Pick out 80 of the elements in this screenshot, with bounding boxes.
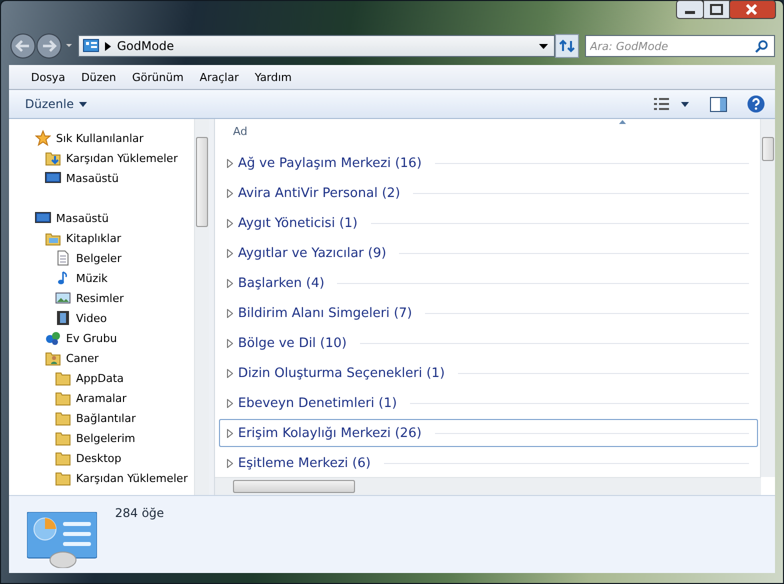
expand-arrow-icon [227, 398, 233, 408]
group-header[interactable]: Avira AntiVir Personal (2) [219, 179, 758, 207]
address-bar[interactable]: GodMode [78, 35, 555, 57]
tree-item[interactable]: Caner [66, 352, 99, 364]
group-header[interactable]: Eşitleme Merkezi (6) [219, 449, 758, 477]
scrollbar[interactable] [194, 119, 209, 495]
back-forward-icon[interactable] [10, 33, 74, 59]
expand-arrow-icon [227, 248, 233, 258]
breadcrumb-arrow-icon [105, 42, 111, 50]
folder-icon [55, 410, 71, 426]
folder-user-icon [45, 350, 61, 366]
group-header[interactable]: Ağ ve Paylaşım Merkezi (16) [219, 149, 758, 177]
tree-item[interactable]: Resimler [76, 292, 124, 304]
folder-arrow-icon [45, 150, 61, 166]
window-controls-drawing[interactable] [676, 0, 776, 20]
star-icon [35, 130, 51, 146]
item-count: 284 öğe [115, 506, 164, 520]
tree-item[interactable]: AppData [76, 372, 124, 384]
group-header[interactable]: Ebeveyn Denetimleri (1) [219, 389, 758, 417]
expand-arrow-icon [227, 188, 233, 198]
group-header[interactable]: Aygıtlar ve Yazıcılar (9) [219, 239, 758, 267]
tree-item[interactable]: Masaüstü [56, 212, 109, 224]
preview-pane-icon[interactable] [710, 96, 727, 112]
folder-icon [55, 430, 71, 446]
expand-arrow-icon [227, 278, 233, 288]
tree-item[interactable]: Belgelerim [76, 432, 136, 444]
help-icon[interactable] [747, 95, 765, 113]
organize-button[interactable]: Düzenle [21, 95, 91, 113]
expand-arrow-icon [227, 368, 233, 378]
dropdown-arrow-icon[interactable] [539, 44, 548, 48]
tree-item[interactable]: Ev Grubu [66, 332, 117, 344]
view-options-icon[interactable] [654, 97, 690, 111]
group-header[interactable]: Dizin Oluşturma Seçenekleri (1) [219, 359, 758, 387]
refresh-icon[interactable] [555, 34, 579, 58]
tree-item[interactable]: Karşıdan Yüklemeler [66, 152, 178, 164]
tree-item[interactable]: Bağlantılar [76, 412, 136, 424]
tree-item[interactable]: Video [76, 312, 107, 324]
menu-item[interactable]: Dosya [23, 68, 74, 86]
tree-item[interactable]: Aramalar [76, 392, 127, 404]
search-icon [755, 40, 768, 52]
group-header[interactable]: Başlarken (4) [219, 269, 758, 297]
globe-icon [45, 330, 61, 346]
group-header[interactable]: Aygıt Yöneticisi (1) [219, 209, 758, 237]
film-icon [55, 310, 71, 326]
expand-arrow-icon [227, 218, 233, 228]
horizontal-scrollbar[interactable] [215, 477, 761, 495]
folder-icon [55, 450, 71, 466]
picture-icon [55, 290, 71, 306]
menu-item[interactable]: Yardım [246, 68, 300, 86]
menu-item[interactable]: Görünüm [124, 68, 192, 86]
tree-item[interactable]: Belgeler [76, 252, 122, 264]
monitor-icon [35, 210, 51, 226]
expand-arrow-icon [227, 308, 233, 318]
tree-item[interactable]: Kitaplıklar [66, 232, 122, 244]
folder-icon [55, 390, 71, 406]
folder-icon [55, 370, 71, 386]
tree-item[interactable]: Sık Kullanılanlar [56, 132, 144, 144]
expand-arrow-icon [227, 428, 233, 438]
expand-arrow-icon [227, 158, 233, 168]
control-panel-icon [27, 512, 97, 568]
folder-icon [55, 470, 71, 486]
column-header[interactable]: Ad [233, 125, 248, 138]
group-header[interactable]: Bildirim Alanı Simgeleri (7) [219, 299, 758, 327]
tree-item[interactable]: Masaüstü [66, 172, 119, 184]
menu-item[interactable]: Araçlar [192, 68, 247, 86]
scrollbar[interactable] [760, 119, 775, 477]
control-panel-icon [83, 39, 99, 53]
tree-item[interactable]: Karşıdan Yüklemeler [76, 472, 188, 484]
caret-icon [78, 102, 87, 106]
tree-item[interactable]: Müzik [76, 272, 108, 284]
sort-arrow-icon [619, 120, 626, 124]
document-icon [55, 250, 71, 266]
expand-arrow-icon [227, 458, 233, 468]
monitor-icon [45, 170, 61, 186]
group-header[interactable]: Erişim Kolaylığı Merkezi (26) [219, 419, 758, 447]
menu-item[interactable]: Düzen [73, 68, 124, 86]
expand-arrow-icon [227, 338, 233, 348]
address-text: GodMode [117, 39, 175, 53]
group-header[interactable]: Bölge ve Dil (10) [219, 329, 758, 357]
tree-item[interactable]: Desktop [76, 452, 122, 464]
